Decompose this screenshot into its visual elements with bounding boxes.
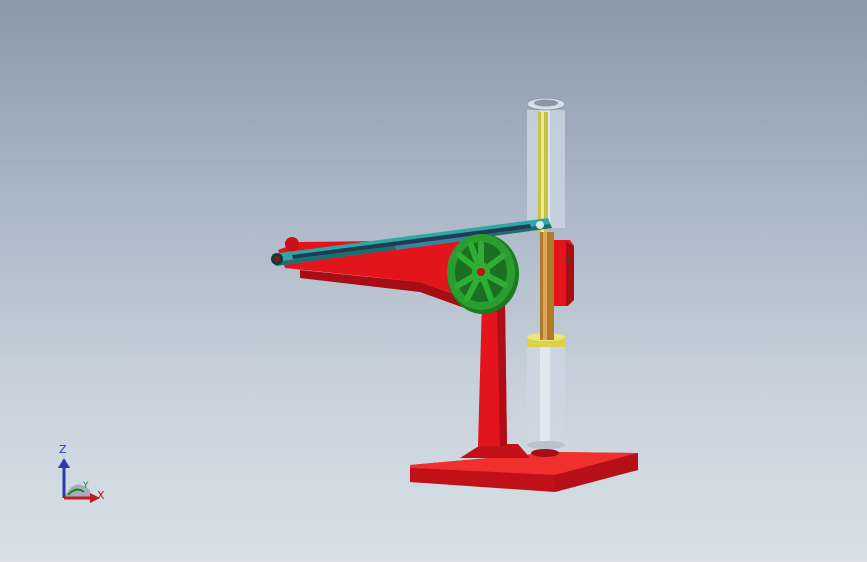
spoked-wheel[interactable]	[447, 234, 519, 314]
orientation-triad[interactable]: Z Y X	[48, 440, 118, 510]
graphics-viewport[interactable]: Z Y X	[0, 0, 867, 562]
support-column[interactable]	[478, 300, 507, 446]
z-axis-label: Z	[59, 443, 67, 456]
y-axis-label: Y	[83, 481, 89, 491]
x-axis-label: X	[97, 489, 105, 502]
glass-cylinder-lower[interactable]	[527, 345, 565, 449]
assembly-model[interactable]	[0, 0, 867, 562]
